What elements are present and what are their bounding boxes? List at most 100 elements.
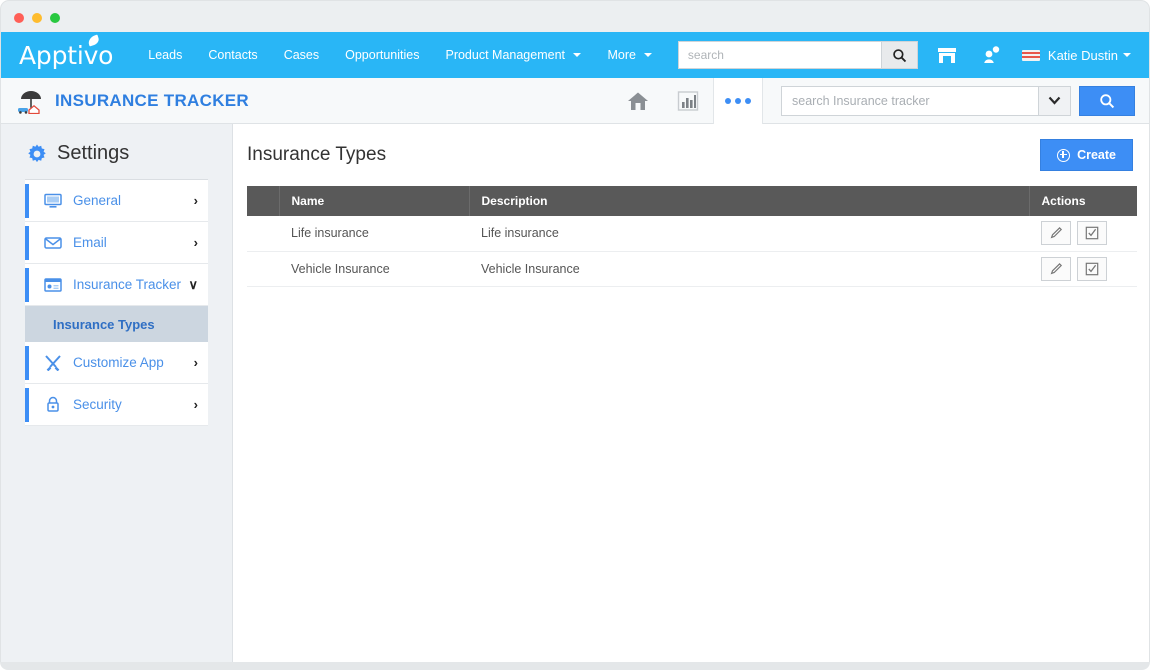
apptivo-logo[interactable]: Apptivo bbox=[19, 41, 113, 70]
store-icon-button[interactable] bbox=[932, 40, 962, 70]
page-header: Insurance Types Create bbox=[233, 124, 1149, 186]
user-menu[interactable]: Katie Dustin bbox=[1022, 48, 1131, 63]
person-chat-icon-button[interactable] bbox=[976, 40, 1006, 70]
nav-item-opportunities[interactable]: Opportunities bbox=[332, 42, 432, 68]
table-row[interactable]: Life insurance Life insurance bbox=[247, 216, 1137, 251]
sidebar-item-general[interactable]: General › bbox=[25, 180, 208, 222]
app-search bbox=[781, 86, 1135, 116]
more-dots-icon bbox=[725, 98, 751, 104]
store-icon bbox=[936, 45, 958, 65]
chevron-right-icon: › bbox=[194, 355, 198, 370]
check-square-icon bbox=[1085, 226, 1099, 240]
nav-label: Leads bbox=[148, 48, 182, 62]
more-options-button[interactable] bbox=[713, 78, 763, 124]
sidebar-item-security[interactable]: Security › bbox=[25, 384, 208, 426]
edit-pencil-icon bbox=[1049, 226, 1063, 240]
insurance-umbrella-icon bbox=[17, 88, 47, 114]
top-navigation-bar: Apptivo Leads Contacts Cases Opportuniti… bbox=[1, 32, 1149, 78]
sidebar-item-insurance-types[interactable]: Insurance Types bbox=[25, 306, 208, 342]
app-header-actions bbox=[613, 78, 1149, 124]
sidebar-item-label: Customize App bbox=[73, 355, 194, 370]
minimize-window-button[interactable] bbox=[32, 13, 42, 23]
table-header-description[interactable]: Description bbox=[469, 186, 1029, 216]
table-header-name[interactable]: Name bbox=[279, 186, 469, 216]
main-nav-links: Leads Contacts Cases Opportunities Produ… bbox=[135, 42, 665, 68]
nav-label: Cases bbox=[284, 48, 319, 62]
chevron-down-icon bbox=[1123, 53, 1131, 57]
settings-title: Settings bbox=[57, 142, 129, 165]
row-select-cell[interactable] bbox=[247, 251, 279, 286]
envelope-icon bbox=[43, 234, 63, 252]
table-header: Name Description Actions bbox=[247, 186, 1137, 216]
sidebar-item-label: Email bbox=[73, 235, 194, 250]
row-description: Vehicle Insurance bbox=[469, 251, 1029, 286]
row-actions bbox=[1029, 251, 1137, 286]
chevron-down-icon bbox=[573, 53, 581, 57]
nav-label: More bbox=[607, 48, 635, 62]
chevron-right-icon: › bbox=[194, 397, 198, 412]
chevron-down-icon bbox=[1048, 96, 1061, 105]
create-button-label: Create bbox=[1077, 148, 1116, 162]
sidebar-item-label: General bbox=[73, 193, 194, 208]
table-row[interactable]: Vehicle Insurance Vehicle Insurance bbox=[247, 251, 1137, 286]
global-search bbox=[678, 41, 918, 69]
row-description: Life insurance bbox=[469, 216, 1029, 251]
select-button[interactable] bbox=[1077, 257, 1107, 281]
close-window-button[interactable] bbox=[14, 13, 24, 23]
nav-label: Opportunities bbox=[345, 48, 419, 62]
sidebar-item-label: Insurance Tracker bbox=[73, 277, 188, 292]
user-name: Katie Dustin bbox=[1048, 48, 1118, 63]
chevron-right-icon: › bbox=[194, 193, 198, 208]
page-viewport: Apptivo Leads Contacts Cases Opportuniti… bbox=[0, 32, 1150, 662]
search-icon bbox=[892, 48, 907, 63]
nav-item-leads[interactable]: Leads bbox=[135, 42, 195, 68]
sidebar-item-customize-app[interactable]: Customize App › bbox=[25, 342, 208, 384]
settings-menu: General › Email › bbox=[25, 179, 208, 426]
plus-circle-icon bbox=[1057, 149, 1070, 162]
sidebar-item-email[interactable]: Email › bbox=[25, 222, 208, 264]
main-panel: Insurance Types Create Name Description … bbox=[233, 124, 1149, 662]
nav-item-cases[interactable]: Cases bbox=[271, 42, 332, 68]
app-window-icon bbox=[43, 276, 63, 294]
app-brand[interactable]: INSURANCE TRACKER bbox=[17, 88, 249, 114]
window-titlebar bbox=[0, 0, 1150, 32]
global-search-button[interactable] bbox=[881, 42, 917, 68]
reports-bar-chart-icon bbox=[677, 90, 699, 112]
row-name: Life insurance bbox=[279, 216, 469, 251]
app-search-button[interactable] bbox=[1079, 86, 1135, 116]
nav-item-contacts[interactable]: Contacts bbox=[195, 42, 270, 68]
chevron-down-icon: ∨ bbox=[188, 277, 198, 293]
sidebar-item-label: Security bbox=[73, 397, 194, 412]
chevron-right-icon: › bbox=[194, 235, 198, 250]
global-search-input[interactable] bbox=[679, 42, 881, 68]
page-content: Settings General › bbox=[1, 124, 1149, 662]
zoom-window-button[interactable] bbox=[50, 13, 60, 23]
app-search-field bbox=[781, 86, 1071, 116]
nav-label: Product Management bbox=[445, 48, 565, 62]
nav-item-product-management[interactable]: Product Management bbox=[432, 42, 594, 68]
tools-icon bbox=[43, 354, 63, 372]
table-header-select-column[interactable] bbox=[247, 186, 279, 216]
reports-icon-button[interactable] bbox=[663, 78, 713, 124]
settings-sidebar: Settings General › bbox=[1, 124, 233, 662]
app-search-dropdown[interactable] bbox=[1038, 87, 1070, 115]
home-icon-button[interactable] bbox=[613, 78, 663, 124]
check-square-icon bbox=[1085, 262, 1099, 276]
edit-button[interactable] bbox=[1041, 221, 1071, 245]
edit-button[interactable] bbox=[1041, 257, 1071, 281]
page-title: Insurance Types bbox=[247, 144, 386, 166]
chevron-down-icon bbox=[644, 53, 652, 57]
create-button[interactable]: Create bbox=[1040, 139, 1133, 171]
window-bottom-edge bbox=[0, 662, 1150, 670]
nav-item-more[interactable]: More bbox=[594, 42, 665, 68]
sidebar-item-insurance-tracker[interactable]: Insurance Tracker ∨ bbox=[25, 264, 208, 306]
browser-window: Apptivo Leads Contacts Cases Opportuniti… bbox=[0, 0, 1150, 670]
row-select-cell[interactable] bbox=[247, 216, 279, 251]
row-actions bbox=[1029, 216, 1137, 251]
app-search-input[interactable] bbox=[782, 87, 1038, 115]
select-button[interactable] bbox=[1077, 221, 1107, 245]
table-header-row: Name Description Actions bbox=[247, 186, 1137, 216]
insurance-types-table: Name Description Actions Life insurance … bbox=[247, 186, 1137, 287]
settings-heading: Settings bbox=[1, 142, 232, 165]
nav-label: Contacts bbox=[208, 48, 257, 62]
